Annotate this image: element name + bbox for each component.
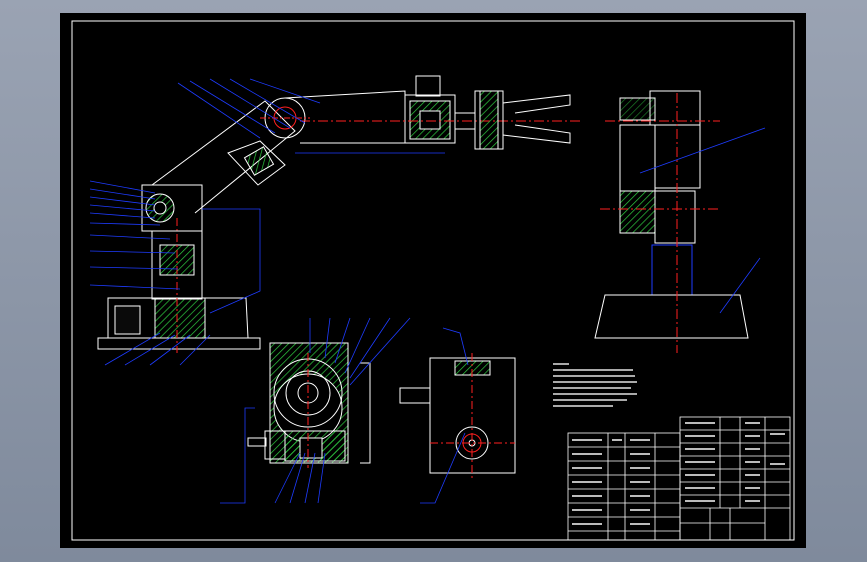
worm-box-view [399,353,516,478]
cad-drawing [71,20,795,541]
forearm [284,90,406,144]
bom-text-marks [572,422,785,525]
leader-lines-side [639,127,766,314]
leader-lines-front [89,78,445,366]
leader-lines-worm [420,327,469,504]
technical-notes [553,363,637,407]
wrist-motor [415,75,441,97]
side-view [594,90,749,353]
drawing-sheet [60,13,806,548]
base-gear-hatch [154,297,206,339]
gripper-finger-bottom [502,124,571,144]
gear-section-view [247,342,371,468]
robot-arm-front-view [97,75,580,353]
side-view-base [594,294,749,339]
gripper-finger-top [502,94,571,114]
